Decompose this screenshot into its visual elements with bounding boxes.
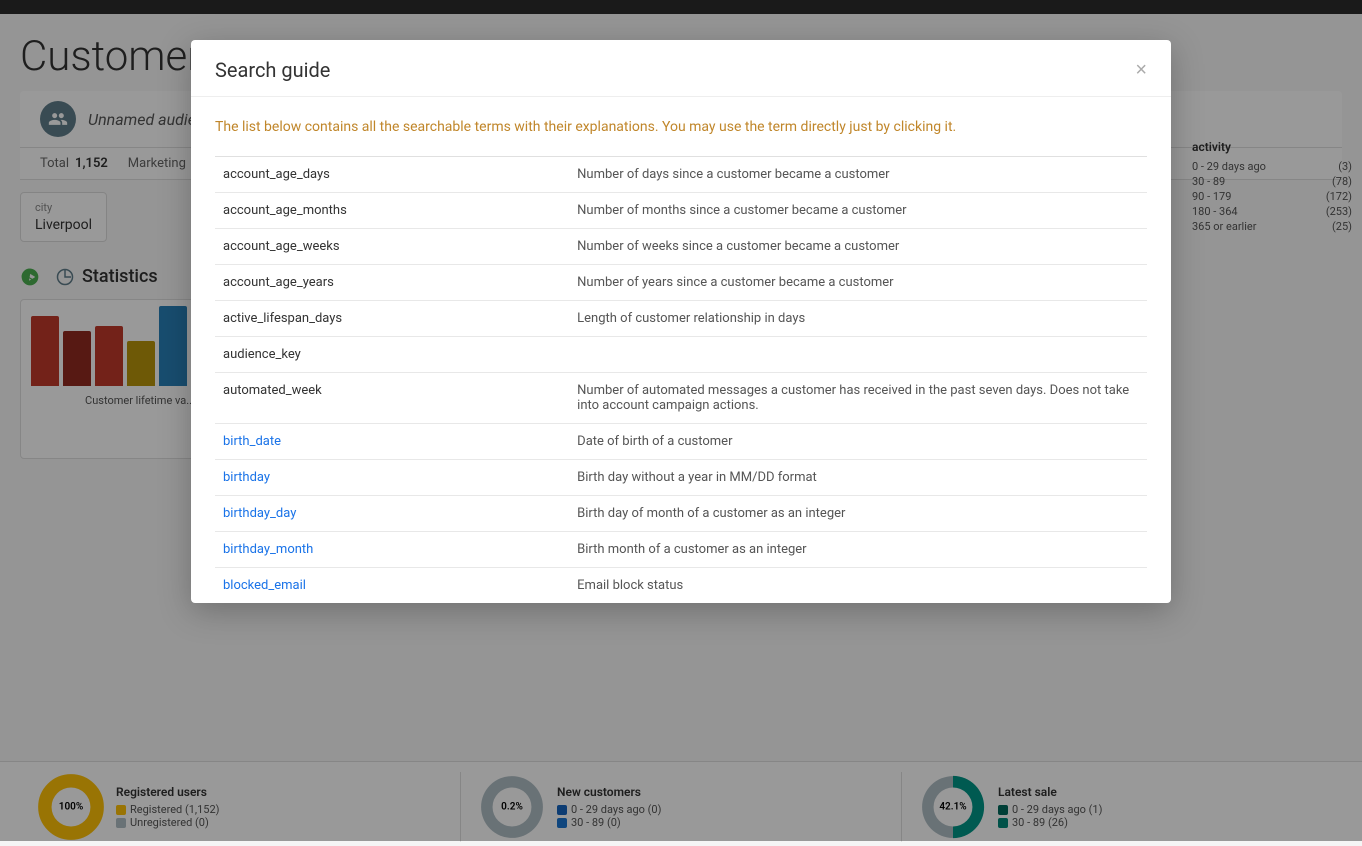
search-term-row: account_age_weeksNumber of weeks since a… [215, 229, 1147, 265]
search-term[interactable]: birth_date [215, 424, 569, 460]
search-term-row: account_age_yearsNumber of years since a… [215, 265, 1147, 301]
search-term-row[interactable]: birthday_dayBirth day of month of a cust… [215, 496, 1147, 532]
search-term[interactable]: blocked_email [215, 568, 569, 604]
search-term-row[interactable]: blocked_emailEmail block status [215, 568, 1147, 604]
search-term-row: account_age_monthsNumber of months since… [215, 193, 1147, 229]
search-terms-table: account_age_daysNumber of days since a c… [215, 156, 1147, 603]
modal-intro: The list below contains all the searchab… [215, 117, 1147, 138]
search-term[interactable]: birthday [215, 460, 569, 496]
search-term-row[interactable]: birthday_monthBirth month of a customer … [215, 532, 1147, 568]
modal-title: Search guide [215, 58, 330, 82]
search-term-row: account_age_daysNumber of days since a c… [215, 157, 1147, 193]
search-description: Number of years since a customer became … [569, 265, 1147, 301]
search-description: Length of customer relationship in days [569, 301, 1147, 337]
search-description: Birth day of month of a customer as an i… [569, 496, 1147, 532]
search-term-row[interactable]: birthdayBirth day without a year in MM/D… [215, 460, 1147, 496]
search-description: Number of days since a customer became a… [569, 157, 1147, 193]
search-term: account_age_days [215, 157, 569, 193]
modal-body[interactable]: The list below contains all the searchab… [191, 97, 1171, 603]
search-description: Number of weeks since a customer became … [569, 229, 1147, 265]
search-term-row: audience_key [215, 337, 1147, 373]
modal-close-button[interactable]: × [1135, 60, 1147, 80]
search-term: account_age_years [215, 265, 569, 301]
search-description: Birth month of a customer as an integer [569, 532, 1147, 568]
search-term: audience_key [215, 337, 569, 373]
search-term-row[interactable]: birth_dateDate of birth of a customer [215, 424, 1147, 460]
search-term[interactable]: birthday_day [215, 496, 569, 532]
search-term: account_age_weeks [215, 229, 569, 265]
search-term-row: active_lifespan_daysLength of customer r… [215, 301, 1147, 337]
search-terms-body: account_age_daysNumber of days since a c… [215, 157, 1147, 604]
search-description [569, 337, 1147, 373]
search-description: Birth day without a year in MM/DD format [569, 460, 1147, 496]
search-term: automated_week [215, 373, 569, 424]
modal-header: Search guide × [191, 40, 1171, 97]
search-term: account_age_months [215, 193, 569, 229]
search-term: active_lifespan_days [215, 301, 569, 337]
search-description: Email block status [569, 568, 1147, 604]
search-guide-modal: Search guide × The list below contains a… [191, 40, 1171, 603]
search-term[interactable]: birthday_month [215, 532, 569, 568]
search-description: Date of birth of a customer [569, 424, 1147, 460]
modal-overlay: Search guide × The list below contains a… [0, 0, 1362, 841]
search-description: Number of months since a customer became… [569, 193, 1147, 229]
search-term-row: automated_weekNumber of automated messag… [215, 373, 1147, 424]
search-description: Number of automated messages a customer … [569, 373, 1147, 424]
